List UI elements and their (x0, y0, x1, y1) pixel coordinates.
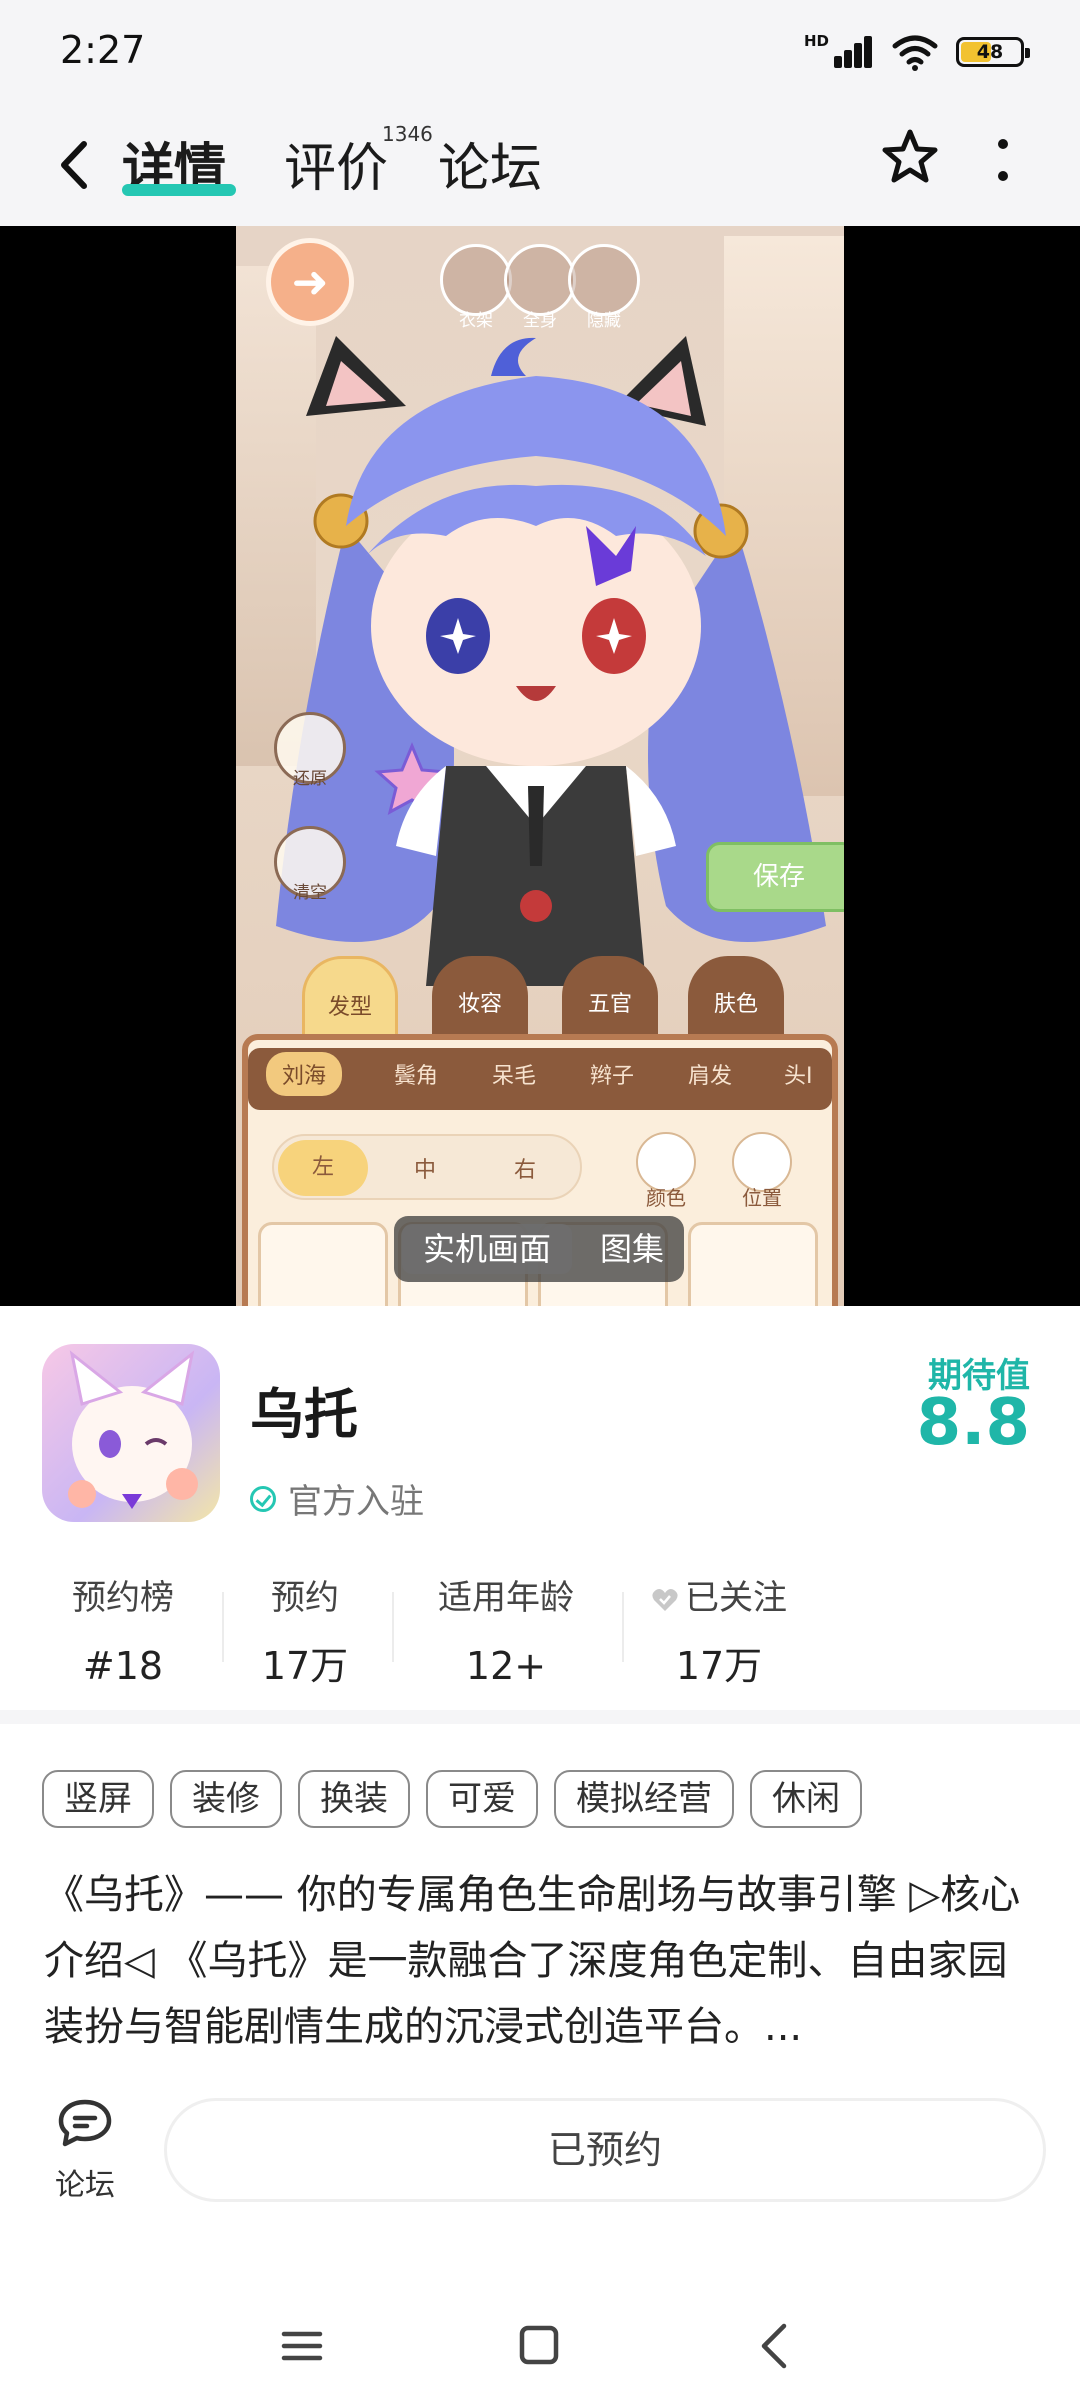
stat-followers[interactable]: 已关注 17万 (644, 1574, 794, 1688)
stat-reservations[interactable]: 预约 17万 (250, 1574, 360, 1688)
official-badge: 官方入驻 (250, 1474, 424, 1523)
system-nav-bar (281, 2323, 787, 2369)
heart-check-icon (652, 1588, 678, 1611)
tag-list: 竖屏 装修 换装 可爱 模拟经营 休闲 (42, 1770, 862, 1828)
side-tool-label: 清空 (293, 883, 327, 903)
battery-icon: 48 (956, 37, 1030, 67)
game-position-option: 左 (278, 1140, 368, 1196)
stat-age-rating[interactable]: 适用年龄 12+ (426, 1574, 586, 1688)
game-subtab: 头I (784, 1064, 813, 1089)
tag-chip[interactable]: 休闲 (750, 1770, 862, 1828)
forum-label: 论坛 (55, 2168, 115, 2203)
verified-check-icon (250, 1485, 276, 1512)
stat-label: 适用年龄 (438, 1578, 574, 1618)
app-name: 乌托 (250, 1383, 358, 1446)
expectation-score: 8.8 (916, 1386, 1030, 1460)
side-tool-label: 还原 (293, 769, 327, 789)
stat-label-row: 已关注 (644, 1574, 794, 1622)
stat-value: 12+ (465, 1644, 547, 1688)
game-screenshot[interactable]: ➜ 衣架 全身 隐藏 还原 清空 保存 发型 妆容 五官 肤色 刘海 鬓角 呆毛… (236, 226, 844, 1306)
tag-chip[interactable]: 换装 (298, 1770, 410, 1828)
app-icon (42, 1344, 220, 1522)
top-tool-label: 衣架 (459, 311, 493, 331)
forum-button[interactable]: 论坛 (52, 2096, 118, 2206)
game-category-tab: 五官 (562, 956, 658, 1046)
star-icon[interactable] (878, 126, 942, 190)
back-icon[interactable] (761, 2323, 787, 2369)
tab-forum[interactable]: 论坛 (438, 126, 542, 201)
tag-chip[interactable]: 可爱 (426, 1770, 538, 1828)
active-tab-indicator (122, 184, 236, 196)
stat-divider (392, 1592, 394, 1662)
stat-divider (622, 1592, 624, 1662)
app-icon-art (68, 1350, 198, 1509)
game-position-option: 中 (414, 1158, 437, 1183)
wifi-icon (892, 35, 938, 71)
stat-reserve-rank[interactable]: 预约榜 #18 (60, 1574, 186, 1688)
toggle-gallery[interactable]: 图集 (586, 1224, 678, 1274)
signal-icon: HD (804, 32, 874, 72)
top-tool-label: 隐藏 (587, 311, 621, 331)
home-square-icon[interactable] (519, 2325, 559, 2365)
section-divider (0, 1710, 1080, 1724)
status-icons: HD 48 (804, 32, 1030, 72)
game-item-slot (688, 1222, 818, 1306)
stat-value: #18 (82, 1644, 164, 1688)
game-category-tab: 肤色 (688, 956, 784, 1046)
more-vertical-icon[interactable] (994, 138, 1012, 182)
toggle-gameplay[interactable]: 实机画面 (402, 1224, 572, 1274)
game-subtab: 呆毛 (492, 1064, 537, 1089)
game-subtab: 辫子 (590, 1064, 635, 1089)
stat-label: 预约榜 (72, 1578, 174, 1618)
game-mini-label: 位置 (742, 1186, 782, 1210)
media-viewer[interactable]: ➜ 衣架 全身 隐藏 还原 清空 保存 发型 妆容 五官 肤色 刘海 鬓角 呆毛… (0, 226, 1080, 1306)
status-bar: 2:27 HD 48 (0, 0, 1080, 108)
game-back-icon: ➜ (266, 238, 354, 326)
media-toggle[interactable]: 实机画面 图集 (394, 1216, 684, 1282)
game-position-option: 右 (514, 1158, 537, 1183)
stat-label: 预约 (271, 1578, 339, 1618)
stat-divider (222, 1592, 224, 1662)
game-subtab: 鬓角 (394, 1064, 439, 1089)
tag-chip[interactable]: 竖屏 (42, 1770, 154, 1828)
stat-label: 已关注 (685, 1578, 787, 1618)
menu-icon[interactable] (281, 2331, 323, 2361)
game-subtab: 刘海 (266, 1052, 343, 1096)
game-mini-label: 颜色 (646, 1186, 686, 1210)
game-category-tab: 发型 (302, 956, 398, 1046)
status-time: 2:27 (60, 28, 146, 72)
network-type: HD (804, 32, 830, 50)
official-label: 官方入驻 (288, 1482, 424, 1522)
chat-bubble-icon (58, 2099, 112, 2147)
battery-level: 48 (976, 41, 1004, 63)
app-description[interactable]: 《乌托》—— 你的专属角色生命剧场与故事引擎 ▷核心介绍◁ 《乌托》是一款融合了… (44, 1862, 1044, 2060)
back-arrow-icon[interactable] (48, 134, 100, 196)
game-category-tab: 妆容 (432, 956, 528, 1046)
game-item-slot (258, 1222, 388, 1306)
top-tool-label: 全身 (523, 311, 557, 331)
tag-chip[interactable]: 模拟经营 (554, 1770, 734, 1828)
tag-chip[interactable]: 装修 (170, 1770, 282, 1828)
reserved-button[interactable]: 已预约 (164, 2098, 1046, 2202)
tab-reviews[interactable]: 评价 (284, 126, 388, 201)
game-subtab: 肩发 (688, 1064, 733, 1089)
review-count-badge: 1346 (382, 122, 433, 146)
stat-value: 17万 (675, 1644, 763, 1688)
game-save-button: 保存 (706, 842, 844, 912)
stat-value: 17万 (261, 1644, 349, 1688)
